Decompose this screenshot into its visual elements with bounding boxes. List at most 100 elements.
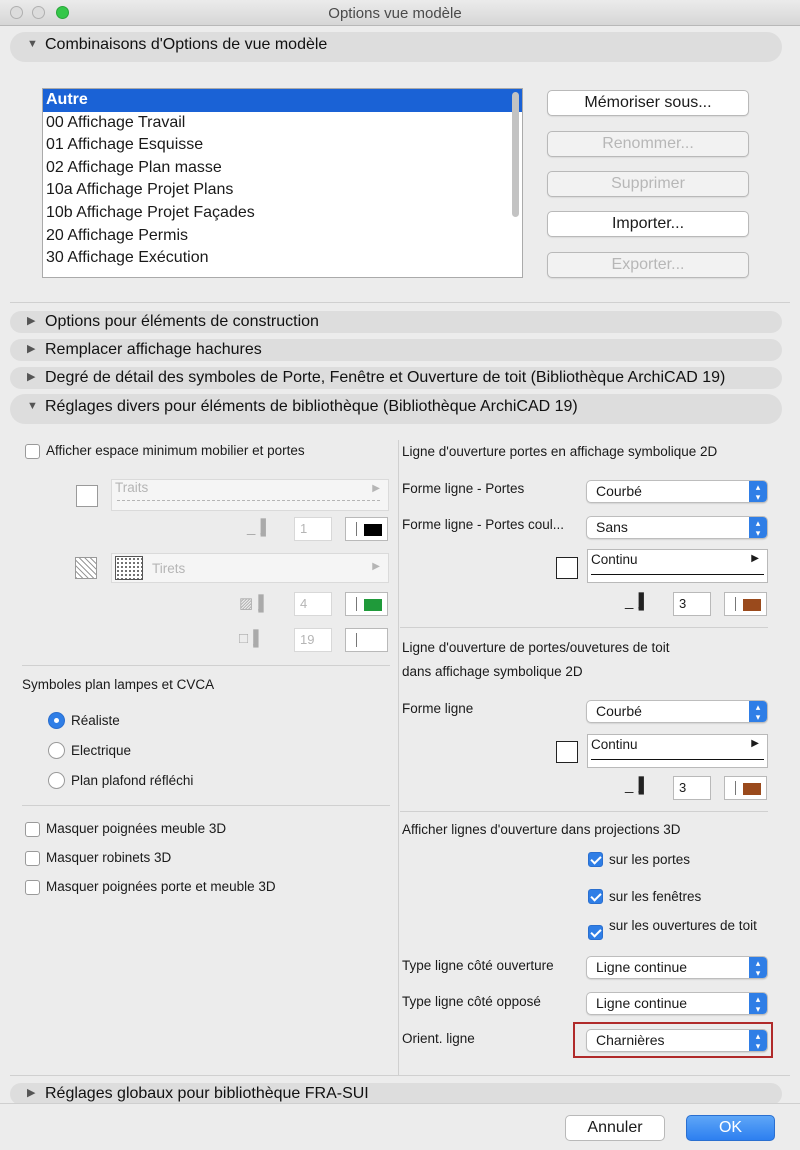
list-item[interactable]: 02 Affichage Plan masse — [43, 157, 522, 180]
dashed-line-preview — [117, 500, 380, 501]
line-type-label: Continu — [591, 552, 638, 567]
pen-number-field[interactable]: 3 — [673, 592, 711, 616]
pen-number-field[interactable]: 3 — [673, 776, 711, 800]
divider — [22, 665, 390, 666]
opening-side-value: Ligne continue — [596, 959, 688, 975]
popup-arrow-icon: ▶ — [372, 483, 380, 494]
list-item[interactable]: 10a Affichage Projet Plans — [43, 179, 522, 202]
shape-sliding-select[interactable]: Sans ▴ ▾ — [586, 516, 768, 539]
list-item[interactable]: 00 Affichage Travail — [43, 112, 522, 135]
list-item[interactable]: 01 Affichage Esquisse — [43, 134, 522, 157]
disclosure-open-icon: ▼ — [27, 400, 38, 412]
radio-realistic[interactable] — [48, 712, 65, 729]
hide-door-handles-label: Masquer poignées porte et meuble 3D — [46, 879, 276, 894]
opposite-side-select[interactable]: Ligne continue ▴ ▾ — [586, 992, 768, 1015]
rename-button[interactable]: Renommer... — [547, 131, 749, 157]
line-type-popup[interactable]: Continu ▶ — [587, 734, 768, 768]
delete-button[interactable]: Supprimer — [547, 171, 749, 197]
hide-door-handles-checkbox[interactable] — [25, 880, 40, 895]
line-type-popup-disabled[interactable]: Traits ▶ — [111, 479, 389, 511]
section-detail-label: Degré de détail des symboles de Porte, F… — [45, 369, 726, 386]
min-space-label: Afficher espace minimum mobilier et port… — [46, 443, 305, 458]
cancel-button[interactable]: Annuler — [565, 1115, 665, 1141]
opposite-side-value: Ligne continue — [596, 995, 688, 1011]
footer-bar — [0, 1103, 800, 1150]
divider — [400, 811, 768, 812]
import-button[interactable]: Importer... — [547, 211, 749, 237]
section-combinations[interactable]: ▼ Combinaisons d'Options de vue modèle — [10, 32, 782, 62]
pen-color-brown[interactable] — [724, 592, 767, 616]
shape-value: Courbé — [596, 703, 642, 719]
divider — [22, 805, 390, 806]
shape-select[interactable]: Courbé ▴ ▾ — [586, 700, 768, 723]
stepper-arrows-icon: ▴ ▾ — [749, 993, 767, 1014]
pen-color-black[interactable] — [345, 517, 388, 541]
hide-taps-label: Masquer robinets 3D — [46, 850, 172, 865]
pen-number-field[interactable]: 19 — [294, 628, 332, 652]
list-scrollbar[interactable] — [512, 92, 519, 217]
line-type-popup[interactable]: Continu ▶ — [587, 549, 768, 583]
export-button[interactable]: Exporter... — [547, 252, 749, 278]
memorize-button[interactable]: Mémoriser sous... — [547, 90, 749, 116]
opening-side-label: Type ligne côté ouverture — [402, 958, 554, 973]
list-item[interactable]: Autre — [43, 89, 522, 112]
pen-number-field[interactable]: 1 — [294, 517, 332, 541]
hide-handles-checkbox[interactable] — [25, 822, 40, 837]
window-title: Options vue modèle — [328, 5, 462, 22]
hide-taps-checkbox[interactable] — [25, 851, 40, 866]
lamps-title: Symboles plan lampes et CVCA — [22, 677, 215, 692]
pen-color-white[interactable] — [345, 628, 388, 652]
shape-sliding-label: Forme ligne - Portes coul... — [402, 517, 565, 532]
on-roof-openings-label: sur les ouvertures de toit — [609, 918, 757, 933]
orient-select[interactable]: Charnières ▴ ▾ — [586, 1029, 768, 1052]
list-item[interactable]: 10b Affichage Projet Façades — [43, 202, 522, 225]
hide-handles-label: Masquer poignées meuble 3D — [46, 821, 227, 836]
roof-line-title-2: dans affichage symbolique 2D — [402, 664, 583, 679]
min-space-checkbox[interactable] — [25, 444, 40, 459]
ok-button[interactable]: OK — [686, 1115, 775, 1141]
line-type-label: Continu — [591, 737, 638, 752]
stepper-arrows-icon: ▴ ▾ — [749, 517, 767, 538]
solid-line-preview — [591, 574, 764, 575]
fill-preview-icon — [115, 556, 143, 580]
section-construction[interactable]: ▶ Options pour éléments de construction — [10, 311, 782, 333]
pen-color-green[interactable] — [345, 592, 388, 616]
radio-electric[interactable] — [48, 742, 65, 759]
radio-ceiling-plan-label: Plan plafond réfléchi — [71, 773, 194, 788]
disclosure-closed-icon: ▶ — [27, 1087, 36, 1099]
hatch-pattern-icon — [75, 557, 97, 579]
solid-line-preview — [591, 759, 764, 760]
divider — [10, 302, 790, 303]
section-hatching-label: Remplacer affichage hachures — [45, 341, 262, 358]
list-item[interactable]: 20 Affichage Permis — [43, 225, 522, 248]
list-item[interactable]: 30 Affichage Exécution — [43, 247, 522, 270]
shape-doors-label: Forme ligne - Portes — [402, 481, 525, 496]
section-misc[interactable]: ▼ Réglages divers pour éléments de bibli… — [10, 394, 782, 424]
section-detail[interactable]: ▶ Degré de détail des symboles de Porte,… — [10, 367, 782, 389]
pen-number-field[interactable]: 4 — [294, 592, 332, 616]
projection-title: Afficher lignes d'ouverture dans project… — [402, 822, 681, 837]
pen-color-brown[interactable] — [724, 776, 767, 800]
section-hatching[interactable]: ▶ Remplacer affichage hachures — [10, 339, 782, 361]
roof-line-title-1: Ligne d'ouverture de portes/ouvetures de… — [402, 640, 670, 655]
fill-type-popup-disabled[interactable]: Tirets ▶ — [111, 553, 389, 583]
on-roof-openings-checkbox[interactable] — [588, 925, 603, 940]
shape-sliding-value: Sans — [596, 519, 628, 535]
combinations-list[interactable]: Autre 00 Affichage Travail 01 Affichage … — [42, 88, 523, 278]
line-square-icon — [556, 557, 578, 579]
section-global[interactable]: ▶ Réglages globaux pour bibliothèque FRA… — [10, 1083, 782, 1105]
disclosure-open-icon: ▼ — [27, 38, 38, 50]
column-divider — [398, 440, 399, 1075]
background-pen-icon: □▐̣ — [239, 630, 259, 647]
opening-side-select[interactable]: Ligne continue ▴ ▾ — [586, 956, 768, 979]
pen-icon: _▐̣ — [625, 777, 644, 794]
radio-ceiling-plan[interactable] — [48, 772, 65, 789]
on-windows-checkbox[interactable] — [588, 889, 603, 904]
shape-doors-select[interactable]: Courbé ▴ ▾ — [586, 480, 768, 503]
pen-icon: _▐̣ — [247, 519, 266, 536]
disclosure-closed-icon: ▶ — [27, 315, 36, 327]
stepper-arrows-icon: ▴ ▾ — [749, 481, 767, 502]
shape-doors-value: Courbé — [596, 483, 642, 499]
on-doors-checkbox[interactable] — [588, 852, 603, 867]
section-construction-label: Options pour éléments de construction — [45, 313, 319, 330]
